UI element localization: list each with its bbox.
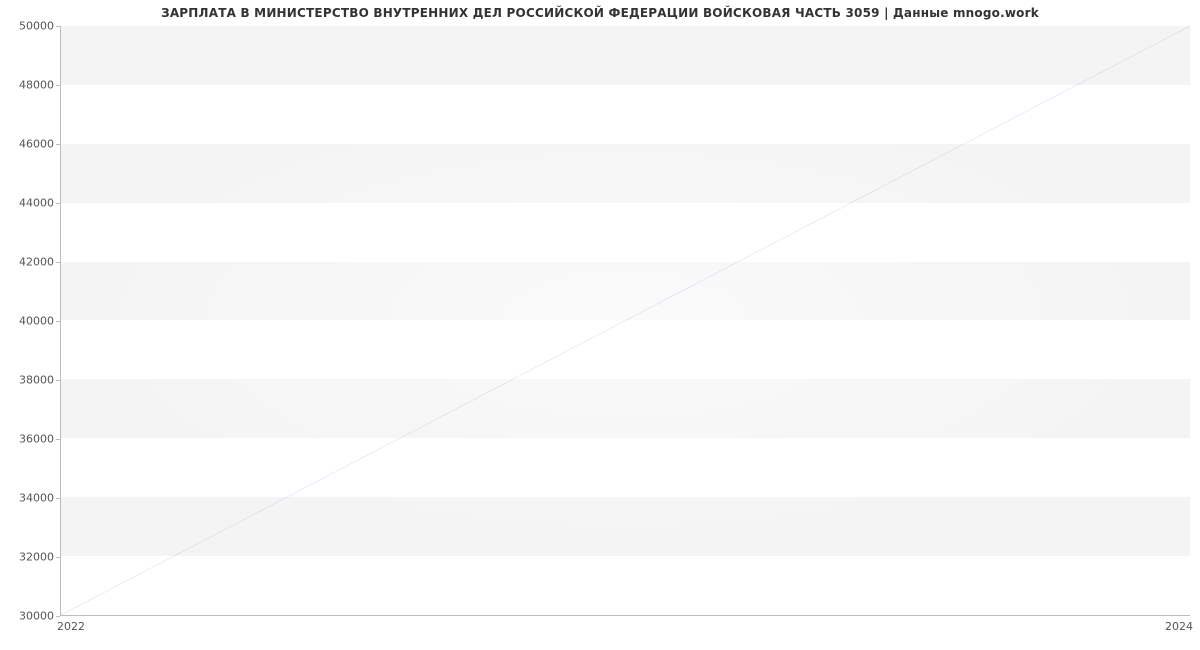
y-tick xyxy=(56,262,60,263)
y-tick-label: 30000 xyxy=(4,610,54,623)
y-tick xyxy=(56,144,60,145)
line-series xyxy=(61,26,1190,615)
y-tick xyxy=(56,439,60,440)
x-tick-label: 2022 xyxy=(57,620,85,633)
y-tick xyxy=(56,321,60,322)
y-tick-label: 36000 xyxy=(4,433,54,446)
x-tick-label: 2024 xyxy=(1165,620,1193,633)
y-tick-label: 50000 xyxy=(4,20,54,33)
y-tick xyxy=(56,26,60,27)
y-tick xyxy=(56,85,60,86)
y-tick xyxy=(56,203,60,204)
y-tick xyxy=(56,557,60,558)
chart-container: ЗАРПЛАТА В МИНИСТЕРСТВО ВНУТРЕННИХ ДЕЛ Р… xyxy=(0,0,1200,650)
chart-title: ЗАРПЛАТА В МИНИСТЕРСТВО ВНУТРЕННИХ ДЕЛ Р… xyxy=(0,6,1200,20)
y-tick xyxy=(56,616,60,617)
y-tick-label: 32000 xyxy=(4,551,54,564)
y-tick-label: 40000 xyxy=(4,315,54,328)
data-line xyxy=(61,26,1190,615)
y-tick-label: 48000 xyxy=(4,79,54,92)
y-tick xyxy=(56,498,60,499)
y-tick xyxy=(56,380,60,381)
y-tick-label: 34000 xyxy=(4,492,54,505)
y-tick-label: 42000 xyxy=(4,256,54,269)
y-tick-label: 46000 xyxy=(4,138,54,151)
y-tick-label: 44000 xyxy=(4,197,54,210)
plot-area xyxy=(60,26,1190,616)
y-tick-label: 38000 xyxy=(4,374,54,387)
